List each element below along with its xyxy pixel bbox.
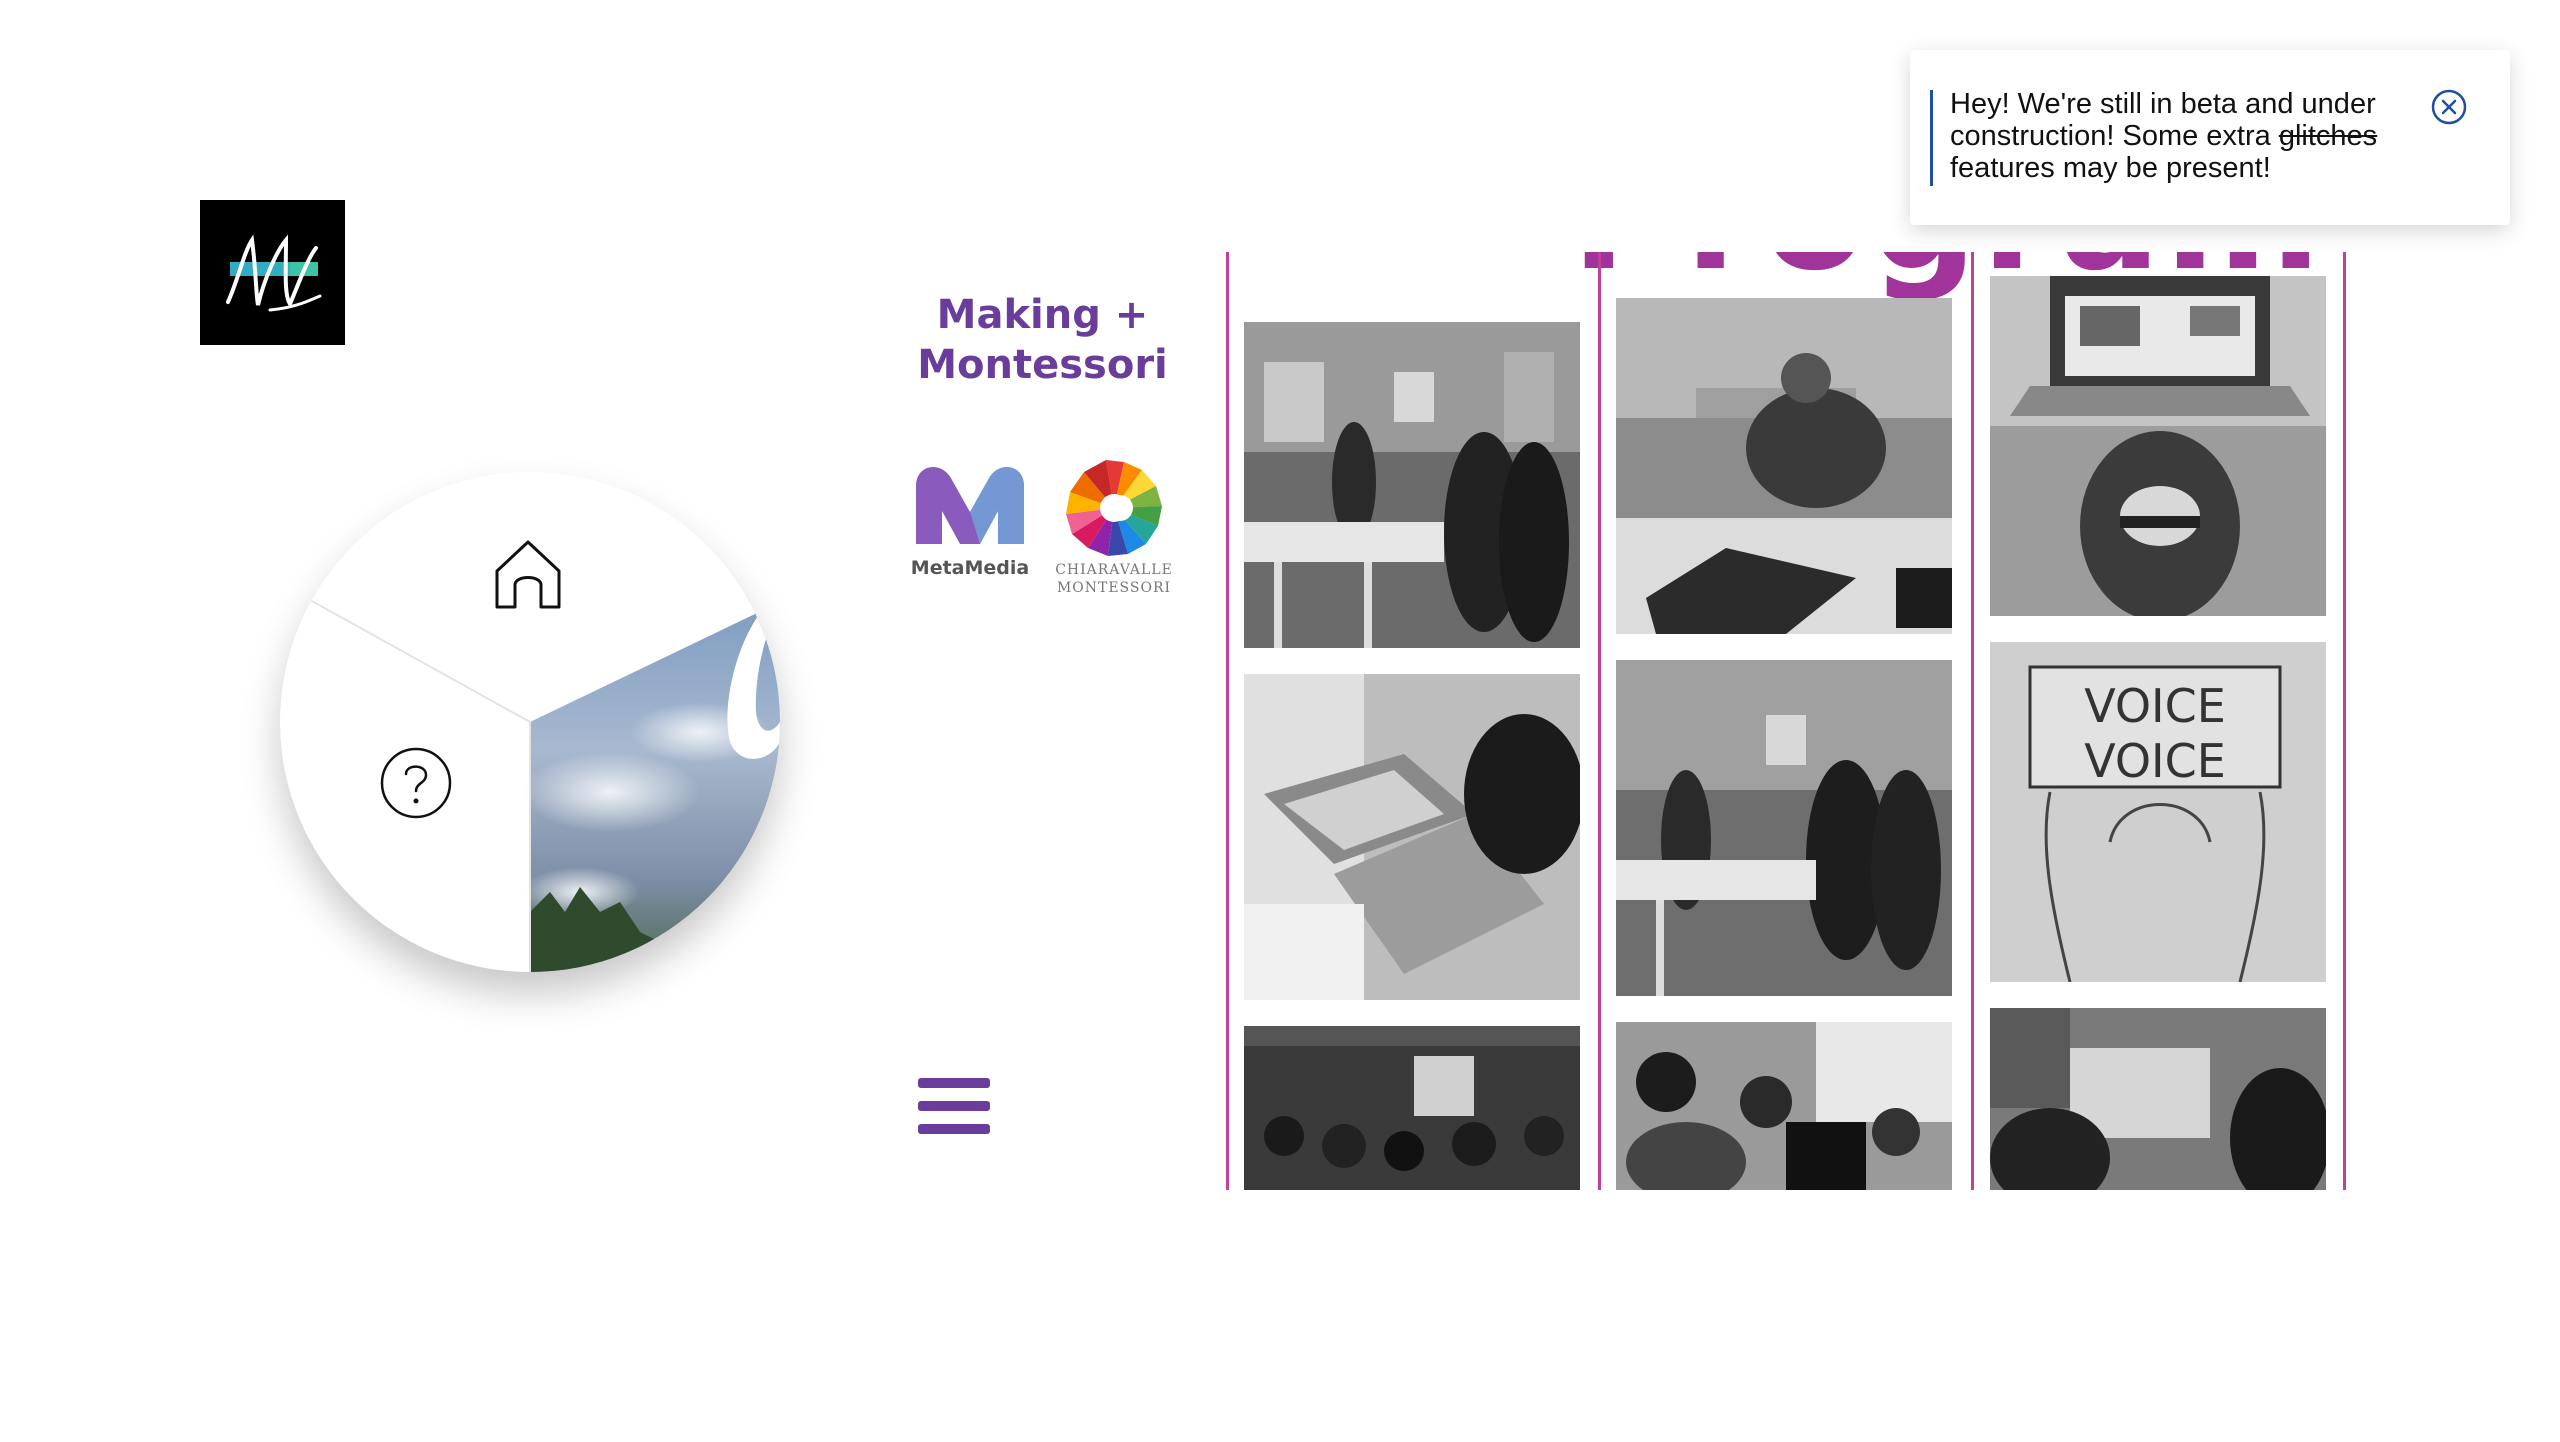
beta-notice-accent (1930, 90, 1933, 186)
metamedia-label: MetaMedia (912, 557, 1029, 579)
gallery-photo[interactable] (1616, 1022, 1952, 1190)
sidebar-title-line1: Making + (936, 292, 1149, 338)
beta-notice-text-end: features may be present! (1950, 152, 2271, 184)
gallery-photo[interactable]: VOICE VOICE (1990, 642, 2326, 982)
svg-text:VOICE: VOICE (2084, 679, 2226, 733)
close-icon[interactable] (2430, 88, 2468, 126)
column-divider (1226, 252, 1229, 1190)
metamedia-logo[interactable]: MetaMedia (911, 456, 1032, 591)
svg-text:VOICE: VOICE (2084, 734, 2226, 788)
chiaravalle-line2: MONTESSORI (1057, 580, 1171, 596)
home-icon[interactable] (493, 537, 563, 609)
hamburger-line (918, 1078, 990, 1088)
hamburger-line (918, 1124, 990, 1134)
beta-notice: Hey! We're still in beta and under const… (1910, 50, 2510, 225)
gallery-photo[interactable] (1990, 1008, 2326, 1190)
chiaravalle-logo[interactable]: CHIARAVALLE MONTESSORI (1052, 452, 1177, 602)
hamburger-menu-button[interactable] (918, 1078, 990, 1134)
help-icon[interactable] (380, 747, 452, 819)
hamburger-line (918, 1101, 990, 1111)
gallery-photo[interactable] (1616, 660, 1952, 996)
gallery-photo[interactable] (1244, 674, 1580, 1000)
gallery-photo[interactable] (1616, 298, 1952, 634)
sidebar-title: Making + Montessori (880, 290, 1205, 390)
gallery-photo[interactable] (1990, 276, 2326, 616)
beta-notice-struck-word: glitches (2278, 120, 2378, 152)
sidebar-title-line2: Montessori (917, 342, 1168, 388)
gallery-photo[interactable] (1244, 1026, 1580, 1190)
column-divider (1971, 252, 1974, 1190)
column-divider (2343, 252, 2346, 1190)
circle-menu (280, 472, 780, 972)
chiaravalle-line1: CHIARAVALLE (1055, 562, 1173, 578)
site-logo[interactable] (200, 200, 345, 345)
column-divider (1598, 252, 1601, 1190)
gallery-photo[interactable] (1244, 322, 1580, 648)
program-content: Program (1226, 252, 2346, 1190)
beta-notice-text: Hey! We're still in beta and under const… (1950, 88, 2430, 184)
